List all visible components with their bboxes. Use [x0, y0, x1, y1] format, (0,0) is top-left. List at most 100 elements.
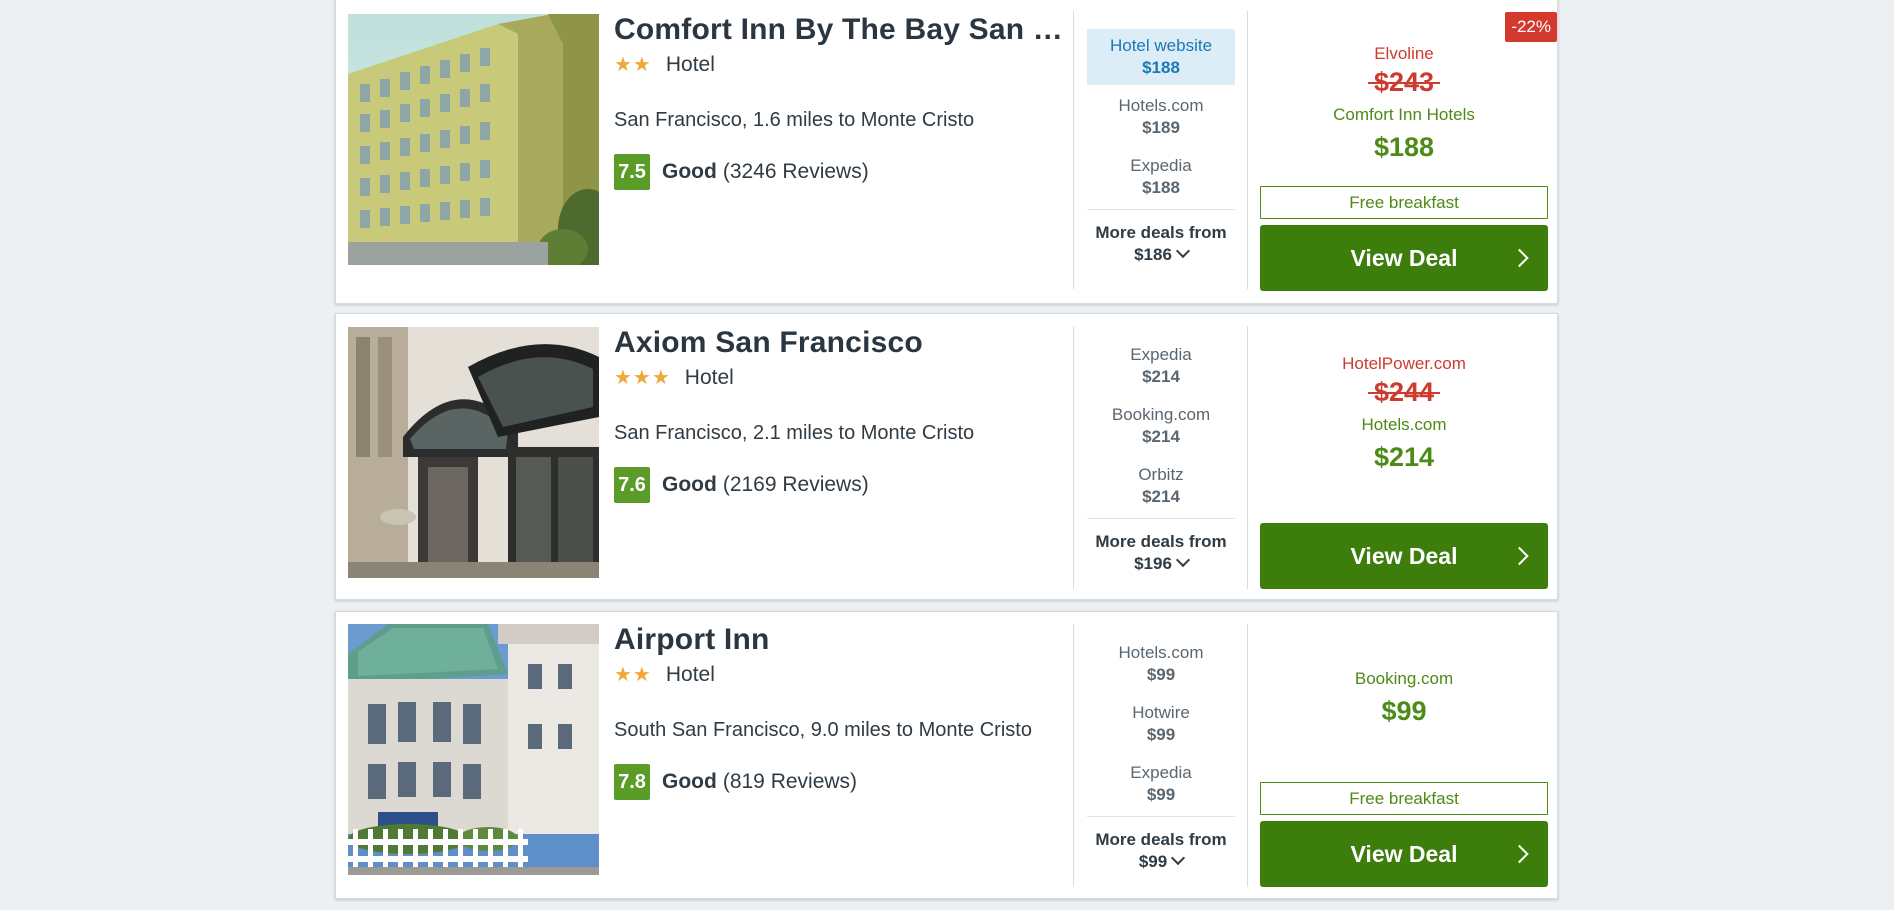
- more-deals-button[interactable]: More deals from $99: [1087, 816, 1235, 873]
- hotel-photo[interactable]: [348, 327, 599, 578]
- featured-offer[interactable]: Booking.com $99: [1260, 668, 1548, 729]
- provider-name: Hotwire: [1132, 703, 1190, 722]
- more-deals-price: $99: [1138, 852, 1168, 871]
- view-deal-button[interactable]: View Deal: [1260, 821, 1548, 887]
- more-deals-price: $186: [1134, 245, 1172, 264]
- provider-deal[interactable]: Booking.com $214: [1087, 398, 1235, 454]
- hotel-type: Hotel: [665, 663, 715, 686]
- hotel-type: Hotel: [665, 53, 715, 76]
- more-deals-price: $196: [1134, 554, 1172, 573]
- rating-word: Good: [662, 473, 717, 496]
- provider-deal[interactable]: Hotel website $188: [1087, 29, 1235, 85]
- hotel-card: Airport Inn ★★ Hotel South San Francisco…: [335, 611, 1558, 899]
- provider-price: $99: [1146, 785, 1176, 804]
- provider-price: $188: [1142, 58, 1180, 77]
- hotel-photo[interactable]: [348, 624, 599, 875]
- divider: [1247, 326, 1248, 589]
- provider-deal[interactable]: Hotels.com $99: [1087, 636, 1235, 692]
- provider-deal[interactable]: Expedia $214: [1087, 338, 1235, 394]
- chevron-down-icon: [1171, 850, 1186, 866]
- view-deal-button[interactable]: View Deal: [1260, 523, 1548, 589]
- view-deal-label: View Deal: [1350, 542, 1458, 569]
- review-score-badge: 7.5: [614, 154, 650, 190]
- rating-line[interactable]: 7.5 Good (3246 Reviews): [614, 154, 1064, 190]
- provider-deal[interactable]: Expedia $99: [1087, 756, 1235, 812]
- provider-price: $99: [1146, 665, 1176, 684]
- provider-price: $214: [1142, 427, 1180, 446]
- free-breakfast-badge: Free breakfast: [1260, 186, 1548, 219]
- offer-vendor: Comfort Inn Hotels: [1333, 105, 1475, 124]
- review-count: (3246 Reviews): [722, 160, 869, 183]
- star-rating-icon: ★★: [614, 664, 652, 686]
- provider-deal[interactable]: Expedia $188: [1087, 149, 1235, 205]
- review-count: (2169 Reviews): [722, 473, 869, 496]
- star-rating-icon: ★★: [614, 54, 652, 76]
- divider: [1073, 326, 1074, 589]
- hotel-info: Airport Inn ★★ Hotel South San Francisco…: [614, 621, 1064, 800]
- provider-name: Expedia: [1130, 156, 1192, 175]
- provider-price: $214: [1142, 367, 1180, 386]
- featured-offer[interactable]: HotelPower.com $244 Hotels.com $214: [1260, 353, 1548, 475]
- offer-vendor: Hotels.com: [1361, 415, 1447, 434]
- chevron-down-icon: [1175, 243, 1190, 259]
- more-deals-label: More deals from: [1095, 532, 1227, 551]
- old-price-vendor: HotelPower.com: [1342, 354, 1466, 373]
- hotel-type: Hotel: [684, 366, 734, 389]
- more-deals-button[interactable]: More deals from $196: [1087, 518, 1235, 575]
- provider-deal[interactable]: Hotwire $99: [1087, 696, 1235, 752]
- chevron-right-icon: [1510, 546, 1529, 566]
- chevron-right-icon: [1510, 844, 1529, 864]
- review-score-badge: 7.8: [614, 764, 650, 800]
- hotel-name[interactable]: Comfort Inn By The Bay San …: [614, 11, 1064, 49]
- rating-line[interactable]: 7.6 Good (2169 Reviews): [614, 467, 1064, 503]
- provider-price: $214: [1142, 487, 1180, 506]
- featured-offer[interactable]: Elvoline $243 Comfort Inn Hotels $188: [1260, 43, 1548, 165]
- rating-word: Good: [662, 160, 717, 183]
- old-price: $243: [1367, 65, 1441, 99]
- rating-line[interactable]: 7.8 Good (819 Reviews): [614, 764, 1064, 800]
- provider-name: Expedia: [1130, 345, 1192, 364]
- provider-list: Hotels.com $99 Hotwire $99 Expedia $99 M…: [1087, 636, 1235, 873]
- provider-deal[interactable]: Hotels.com $189: [1087, 89, 1235, 145]
- hotel-photo[interactable]: [348, 14, 599, 265]
- free-breakfast-badge: Free breakfast: [1260, 782, 1548, 815]
- hotel-type-line: ★★ Hotel: [614, 659, 1064, 691]
- provider-list: Hotel website $188 Hotels.com $189 Exped…: [1087, 29, 1235, 266]
- offer-price: $99: [1381, 696, 1427, 726]
- star-rating-icon: ★★★: [614, 367, 671, 389]
- hotel-card: Axiom San Francisco ★★★ Hotel San Franci…: [335, 313, 1558, 600]
- provider-price: $188: [1142, 178, 1180, 197]
- provider-price: $189: [1142, 118, 1180, 137]
- review-count: (819 Reviews): [722, 770, 858, 793]
- provider-name: Hotel website: [1109, 36, 1213, 55]
- hotel-name[interactable]: Axiom San Francisco: [614, 324, 1064, 362]
- more-deals-label: More deals from: [1095, 223, 1227, 242]
- provider-name: Booking.com: [1111, 405, 1211, 424]
- offer-vendor: Booking.com: [1354, 669, 1454, 688]
- hotel-type-line: ★★ Hotel: [614, 49, 1064, 81]
- chevron-down-icon: [1175, 552, 1190, 568]
- rating-word: Good: [662, 770, 717, 793]
- hotel-type-line: ★★★ Hotel: [614, 362, 1064, 394]
- hotel-name[interactable]: Airport Inn: [614, 621, 1064, 659]
- review-score-badge: 7.6: [614, 467, 650, 503]
- view-deal-button[interactable]: View Deal: [1260, 225, 1548, 291]
- more-deals-label: More deals from: [1095, 830, 1227, 849]
- chevron-right-icon: [1510, 248, 1529, 268]
- provider-deal[interactable]: Orbitz $214: [1087, 458, 1235, 514]
- more-deals-button[interactable]: More deals from $186: [1087, 209, 1235, 266]
- old-price: $244: [1367, 375, 1441, 409]
- provider-price: $99: [1146, 725, 1176, 744]
- provider-list: Expedia $214 Booking.com $214 Orbitz $21…: [1087, 338, 1235, 575]
- divider: [1247, 624, 1248, 887]
- offer-price: $188: [1373, 132, 1435, 162]
- view-deal-label: View Deal: [1350, 840, 1458, 867]
- hotel-location: San Francisco, 1.6 miles to Monte Cristo: [614, 109, 975, 131]
- hotel-card: Comfort Inn By The Bay San … ★★ Hotel Sa…: [335, 0, 1558, 304]
- divider: [1073, 624, 1074, 887]
- offer-price: $214: [1373, 442, 1435, 472]
- divider: [1247, 11, 1248, 289]
- old-price-vendor: Elvoline: [1374, 44, 1434, 63]
- hotel-info: Axiom San Francisco ★★★ Hotel San Franci…: [614, 324, 1064, 503]
- provider-name: Hotels.com: [1118, 643, 1204, 662]
